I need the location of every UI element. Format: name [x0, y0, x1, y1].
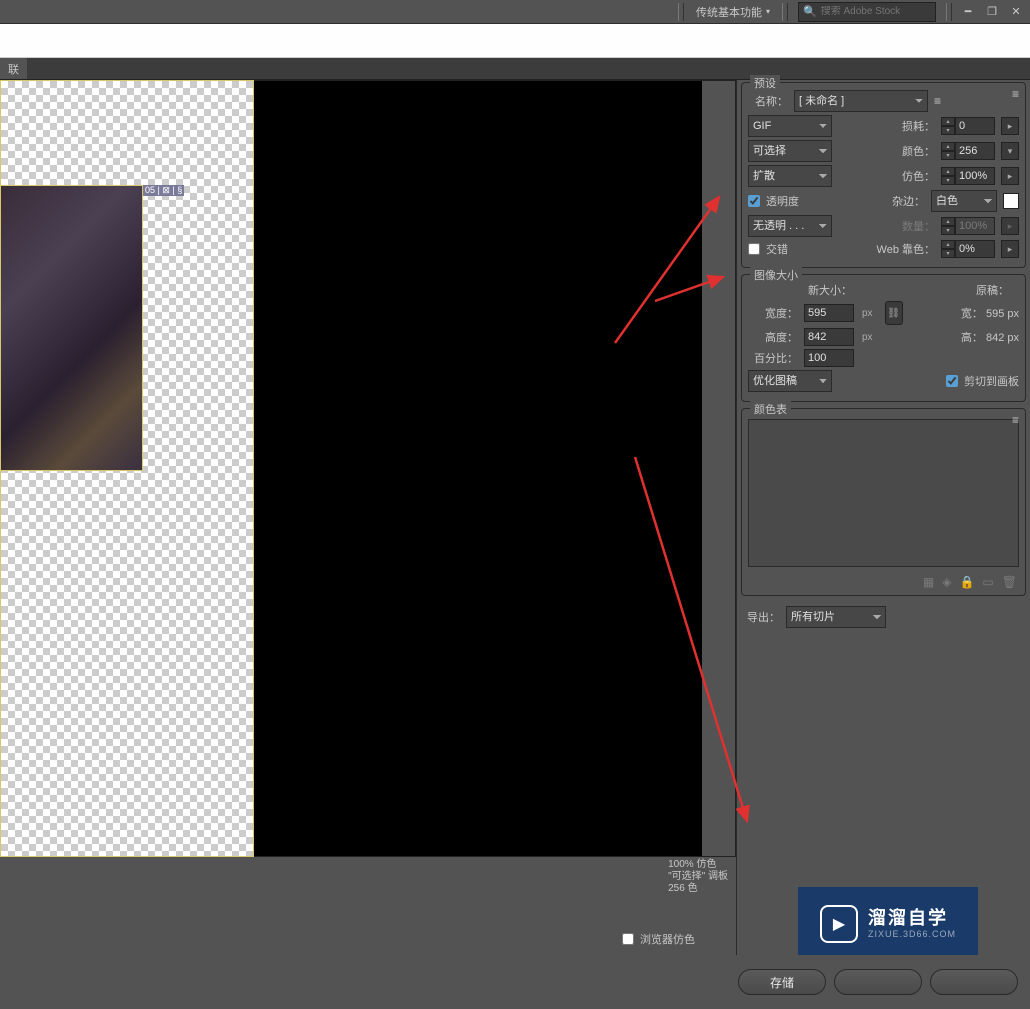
preset-name-select[interactable]: [ 未命名 ] — [794, 90, 928, 112]
percent-label: 百分比： — [748, 350, 798, 366]
search-icon: 🔍 — [803, 5, 817, 18]
transparency-checkbox[interactable] — [748, 195, 760, 207]
watermark-cn: 溜溜自学 — [868, 908, 948, 930]
optimize-select[interactable]: 优化图稿 — [748, 370, 832, 392]
restore-icon: ❐ — [987, 5, 997, 18]
trash-icon[interactable]: 🗑 — [1002, 575, 1017, 589]
colors-dropdown[interactable]: ▾ — [1001, 142, 1019, 160]
colors-spinner[interactable]: ▴▾ — [941, 142, 955, 160]
watermark-en: ZIXUE.3D66.COM — [868, 929, 956, 940]
format-select[interactable]: GIF — [748, 115, 832, 137]
websnap-label: Web 靠色： — [867, 241, 935, 257]
px-unit: px — [862, 332, 873, 343]
colortable-menu-icon[interactable]: ≡ — [1012, 413, 1019, 427]
close-icon: ✕ — [1011, 5, 1020, 18]
transparency-label: 透明度 — [766, 193, 799, 209]
name-label: 名称： — [748, 93, 788, 109]
matte-swatch[interactable] — [1003, 193, 1019, 209]
button-3[interactable] — [930, 969, 1018, 995]
height-input[interactable] — [804, 328, 854, 346]
lossy-spinner[interactable]: ▴▾ — [941, 117, 955, 135]
reduction-select[interactable]: 可选择 — [748, 140, 832, 162]
imagesize-title: 图像大小 — [750, 267, 802, 283]
workspace-selector[interactable]: 传统基本功能 ▾ — [688, 2, 778, 22]
amount-flyout: ▸ — [1001, 217, 1019, 235]
preset-title: 预设 — [750, 75, 780, 91]
width-label: 宽度： — [748, 305, 798, 321]
slice-badge: 05 | ⊠ | § — [143, 185, 184, 196]
close-button[interactable]: ✕ — [1004, 2, 1028, 22]
amount-input — [955, 217, 995, 235]
colors-input[interactable] — [955, 142, 995, 160]
lossy-flyout[interactable]: ▸ — [1001, 117, 1019, 135]
websnap-input[interactable] — [955, 240, 995, 258]
websnap-flyout[interactable]: ▸ — [1001, 240, 1019, 258]
websnap-spinner[interactable]: ▴▾ — [941, 240, 955, 258]
preview-stats: 100% 仿色 "可选择" 调板 256 色 — [668, 859, 728, 895]
export-select[interactable]: 所有切片 — [786, 606, 886, 628]
px-unit: px — [862, 308, 873, 319]
canvas-background — [254, 81, 702, 856]
panel-menu-icon[interactable]: ≡ — [1012, 87, 1019, 101]
color-table[interactable] — [748, 419, 1019, 567]
interlace-checkbox[interactable] — [748, 243, 760, 255]
tab-label: 联 — [8, 61, 19, 77]
dither-label: 仿色： — [895, 168, 935, 184]
browser-dither-checkbox[interactable] — [622, 933, 634, 945]
tab-link[interactable]: 联 — [0, 58, 27, 79]
dither-select[interactable]: 扩散 — [748, 165, 832, 187]
matte-select[interactable]: 白色 — [931, 190, 997, 212]
original-label: 原稿： — [976, 282, 1009, 298]
minimize-icon: ━ — [965, 5, 972, 18]
new-color-icon[interactable]: ▭ — [982, 575, 993, 589]
browser-dither-label: 浏览器仿色 — [640, 931, 695, 947]
menu-bar — [0, 24, 1030, 58]
search-input[interactable] — [821, 6, 931, 17]
lossy-label: 损耗： — [895, 118, 935, 134]
minimize-button[interactable]: ━ — [956, 2, 980, 22]
image-size-panel: 图像大小 新大小： 原稿： 宽度： px ⛓ 宽： 595 px 高度： px … — [741, 274, 1026, 402]
play-icon: ▶ — [820, 905, 858, 943]
save-button[interactable]: 存储 — [738, 969, 826, 995]
workspace-label: 传统基本功能 — [696, 4, 762, 20]
button-2[interactable] — [834, 969, 922, 995]
percent-input[interactable] — [804, 349, 854, 367]
trans-dither-select[interactable]: 无透明 . . . — [748, 215, 832, 237]
clip-checkbox[interactable] — [946, 375, 958, 387]
colortable-title: 颜色表 — [750, 401, 791, 417]
clip-label: 剪切到画板 — [964, 373, 1019, 389]
preset-panel: 预设 ≡ 名称： [ 未命名 ] ≡ GIF 损耗： ▴▾ ▸ 可选择 — [741, 82, 1026, 268]
height-label: 高度： — [748, 329, 798, 345]
preview-canvas[interactable]: 05 | ⊠ | § — [0, 80, 736, 857]
web-shift-icon[interactable]: ◈ — [942, 575, 951, 589]
dither-flyout[interactable]: ▸ — [1001, 167, 1019, 185]
export-label: 导出： — [747, 609, 780, 625]
chevron-down-icon: ▾ — [766, 7, 770, 16]
colors-label: 颜色： — [895, 143, 935, 159]
link-icon[interactable]: ⛓ — [885, 301, 903, 325]
newsize-label: 新大小： — [808, 282, 852, 298]
preset-menu-icon[interactable]: ≡ — [934, 94, 941, 108]
orig-height: 高： 842 px — [961, 329, 1019, 345]
color-table-panel: 颜色表 ≡ ▦ ◈ 🔒 ▭ 🗑 — [741, 408, 1026, 596]
interlace-label: 交错 — [766, 241, 788, 257]
image-preview — [1, 186, 142, 470]
search-box[interactable]: 🔍 — [798, 2, 936, 22]
map-icon[interactable]: ▦ — [923, 575, 934, 589]
restore-button[interactable]: ❐ — [980, 2, 1004, 22]
amount-spinner: ▴▾ — [941, 217, 955, 235]
save-label: 存储 — [770, 974, 794, 991]
lock-icon[interactable]: 🔒 — [959, 575, 974, 589]
dither-input[interactable] — [955, 167, 995, 185]
width-input[interactable] — [804, 304, 854, 322]
lossy-input[interactable] — [955, 117, 995, 135]
dither-spinner[interactable]: ▴▾ — [941, 167, 955, 185]
amount-label: 数量： — [895, 218, 935, 234]
orig-width: 宽： 595 px — [961, 305, 1019, 321]
watermark: ▶ 溜溜自学 ZIXUE.3D66.COM — [798, 887, 978, 961]
matte-label: 杂边： — [885, 193, 925, 209]
